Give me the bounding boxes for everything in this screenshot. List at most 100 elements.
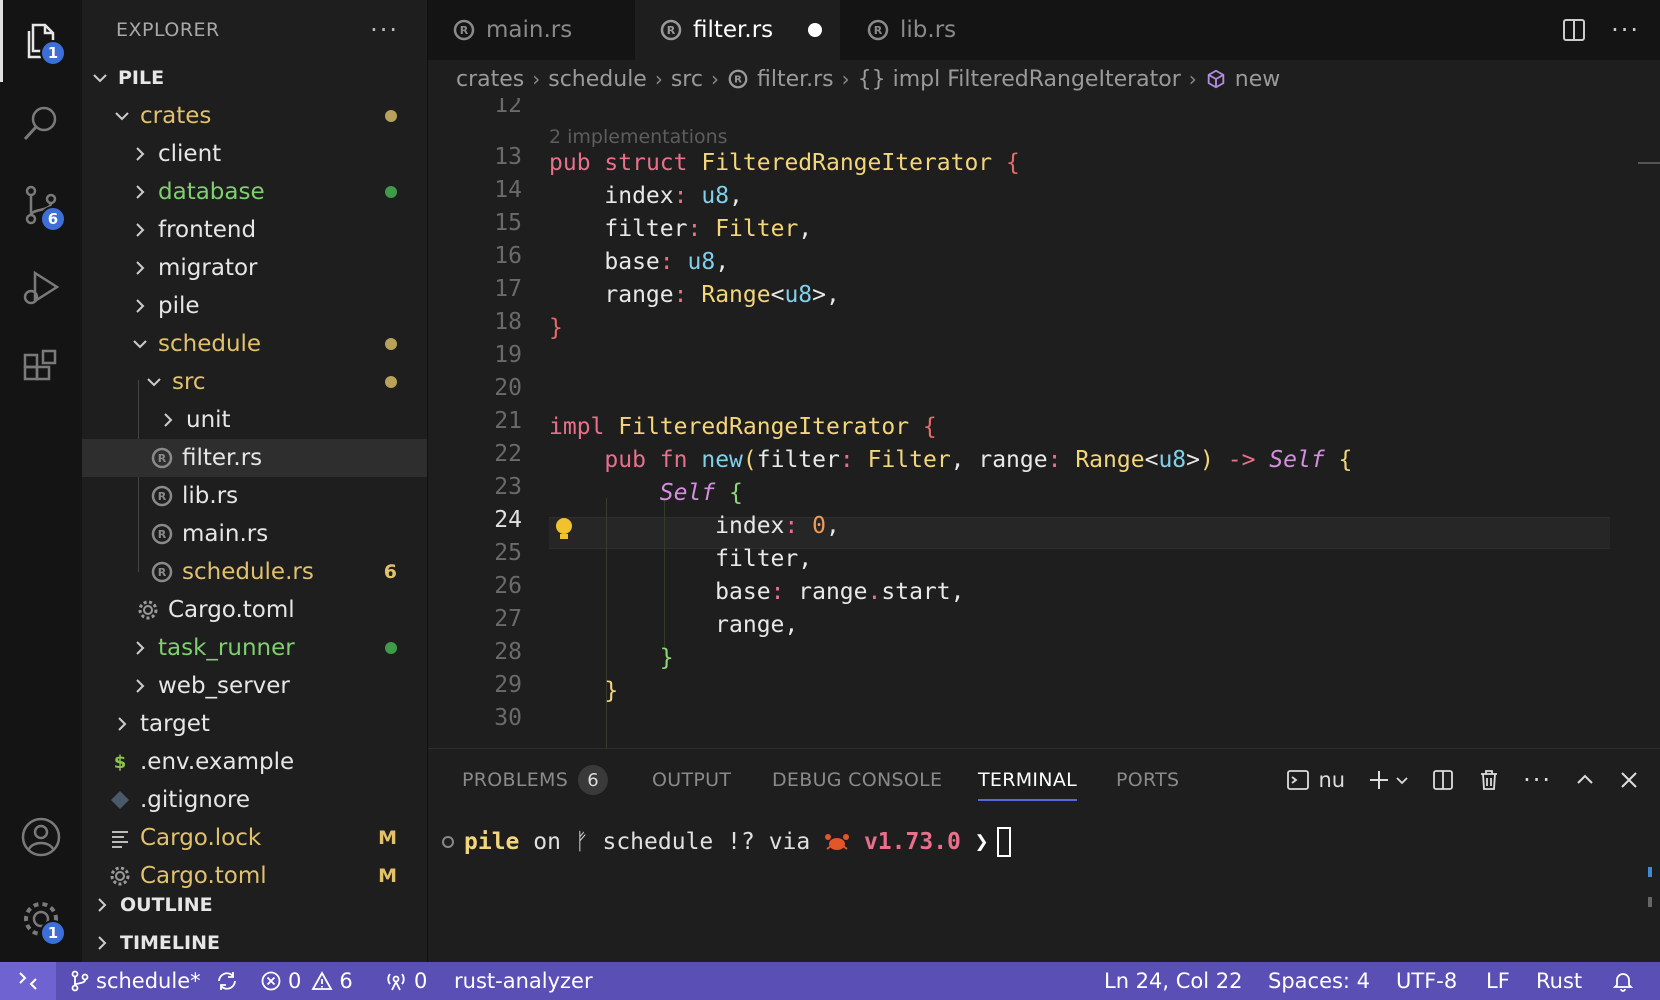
- sync-icon[interactable]: [215, 970, 239, 992]
- scroll-marker: [1648, 867, 1652, 877]
- run-debug-button[interactable]: [0, 246, 82, 328]
- prompt-on: on: [533, 829, 561, 855]
- tree-folder[interactable]: target: [82, 705, 427, 743]
- code-line: impl FilteredRangeIterator {: [549, 414, 937, 440]
- tree-file[interactable]: $ .env.example: [82, 743, 427, 781]
- codelens-implementations[interactable]: 2 implementations: [549, 126, 728, 148]
- tree-folder[interactable]: pile: [82, 287, 427, 325]
- branch-name: schedule*: [96, 969, 201, 993]
- terminal-profile[interactable]: nu: [1286, 768, 1345, 792]
- more-actions-icon[interactable]: ···: [1611, 16, 1640, 44]
- tree-file[interactable]: Cargo.lock M: [82, 819, 427, 857]
- ports-status[interactable]: 0: [384, 962, 427, 1000]
- cursor-position[interactable]: Ln 24, Col 22: [1104, 962, 1243, 1000]
- source-control-button[interactable]: 6: [0, 164, 82, 246]
- breadcrumb-impl[interactable]: {} impl FilteredRangeIterator: [858, 67, 1181, 92]
- tab-problems[interactable]: PROBLEMS 6: [462, 749, 609, 811]
- prompt-dir: pile: [464, 829, 520, 855]
- svg-text:R: R: [158, 528, 167, 541]
- tab-ports[interactable]: PORTS: [1116, 749, 1179, 811]
- tree-file[interactable]: Rfilter.rs: [82, 439, 427, 477]
- line-number: 30: [494, 705, 522, 731]
- language-mode[interactable]: Rust: [1536, 962, 1582, 1000]
- breadcrumb-file[interactable]: filter.rs: [757, 67, 834, 92]
- tree-item-label: client: [158, 141, 222, 167]
- prompt-via: via: [768, 829, 811, 855]
- indentation[interactable]: Spaces: 4: [1268, 962, 1370, 1000]
- tab-filter-rs[interactable]: R filter.rs: [635, 0, 840, 60]
- git-status-dot: [385, 110, 397, 122]
- terminal-label: TERMINAL: [978, 769, 1078, 791]
- tab-terminal[interactable]: TERMINAL: [978, 749, 1078, 811]
- command-status-icon: [442, 836, 454, 848]
- close-icon[interactable]: [1618, 769, 1640, 791]
- tree-folder[interactable]: database: [82, 173, 427, 211]
- chevron-up-icon[interactable]: [1574, 769, 1596, 791]
- scroll-marker: [1648, 897, 1652, 907]
- tab-lib-rs[interactable]: R lib.rs: [842, 0, 1047, 60]
- workspace-root[interactable]: PILE: [82, 59, 427, 97]
- tree-folder[interactable]: frontend: [82, 211, 427, 249]
- chevron-down-icon: [147, 378, 161, 387]
- more-actions-icon[interactable]: ···: [370, 16, 399, 44]
- timeline-section[interactable]: TIMELINE: [82, 924, 427, 962]
- trash-icon[interactable]: [1477, 768, 1501, 792]
- tree-file[interactable]: .gitignore: [82, 781, 427, 819]
- more-actions-icon[interactable]: ···: [1523, 766, 1552, 794]
- code-editor[interactable]: 12 13 14 15 16 17 18 19 20 21 22 23 24 25 26 27 28 29 30 2…: [428, 98, 1660, 748]
- explorer-button[interactable]: 1: [0, 0, 82, 82]
- tab-main-rs[interactable]: R main.rs: [428, 0, 633, 60]
- breadcrumb-schedule[interactable]: schedule: [548, 67, 647, 92]
- line-ending[interactable]: LF: [1486, 962, 1510, 1000]
- settings-badge: 1: [40, 920, 66, 946]
- tree-file[interactable]: Rmain.rs: [82, 515, 427, 553]
- svg-text:R: R: [734, 75, 742, 86]
- tree-folder[interactable]: schedule: [82, 325, 427, 363]
- encoding[interactable]: UTF-8: [1396, 962, 1457, 1000]
- lightbulb-icon[interactable]: [553, 516, 575, 544]
- search-button[interactable]: [0, 82, 82, 164]
- tab-debug-console[interactable]: DEBUG CONSOLE: [772, 749, 942, 811]
- tree-folder[interactable]: client: [82, 135, 427, 173]
- unsaved-dot-icon[interactable]: [808, 23, 822, 37]
- tree-item-label: frontend: [158, 217, 257, 243]
- rust-analyzer-status[interactable]: rust-analyzer: [454, 962, 593, 1000]
- line-number: 16: [494, 243, 522, 269]
- breadcrumb-crates[interactable]: crates: [456, 67, 524, 92]
- tree-folder[interactable]: task_runner: [82, 629, 427, 667]
- problems-status[interactable]: 0 6: [260, 962, 353, 1000]
- breadcrumb-src[interactable]: src: [671, 67, 703, 92]
- new-terminal-button[interactable]: [1367, 768, 1409, 792]
- svg-text:R: R: [158, 490, 167, 503]
- tab-output[interactable]: OUTPUT: [652, 749, 731, 811]
- line-number: 24: [494, 507, 522, 533]
- gear-icon: [110, 866, 130, 886]
- tree-folder[interactable]: unit: [82, 401, 427, 439]
- accounts-button[interactable]: [0, 796, 82, 878]
- tree-item-label: .env.example: [140, 749, 295, 775]
- tree-folder[interactable]: migrator: [82, 249, 427, 287]
- terminal-prompt[interactable]: pile on ᚠ schedule !? via v1.73.0 ❯: [442, 827, 1011, 857]
- remote-indicator[interactable]: [0, 962, 56, 1000]
- line-number: 28: [494, 639, 522, 665]
- tree-item-label: schedule: [158, 331, 262, 357]
- tree-folder[interactable]: crates: [82, 97, 427, 135]
- tree-folder[interactable]: src: [82, 363, 427, 401]
- tree-file[interactable]: Cargo.toml: [82, 591, 427, 629]
- extensions-button[interactable]: [0, 328, 82, 410]
- tree-file[interactable]: Rlib.rs: [82, 477, 427, 515]
- chevron-down-icon: [1396, 777, 1408, 785]
- tree-file[interactable]: Rschedule.rs 6: [82, 553, 427, 591]
- chevron-down-icon: [115, 112, 129, 121]
- tree-item-label: main.rs: [182, 521, 269, 547]
- svg-text:R: R: [460, 24, 469, 37]
- branch-status[interactable]: schedule*: [70, 962, 239, 1000]
- split-terminal-icon[interactable]: [1431, 768, 1455, 792]
- outline-section[interactable]: OUTLINE: [82, 886, 427, 924]
- tree-folder[interactable]: web_server: [82, 667, 427, 705]
- manage-button[interactable]: 1: [0, 878, 82, 960]
- notifications[interactable]: [1612, 962, 1634, 1000]
- breadcrumb-method[interactable]: new: [1235, 67, 1280, 92]
- ports-count: 0: [414, 969, 428, 993]
- split-editor-icon[interactable]: [1561, 17, 1587, 43]
